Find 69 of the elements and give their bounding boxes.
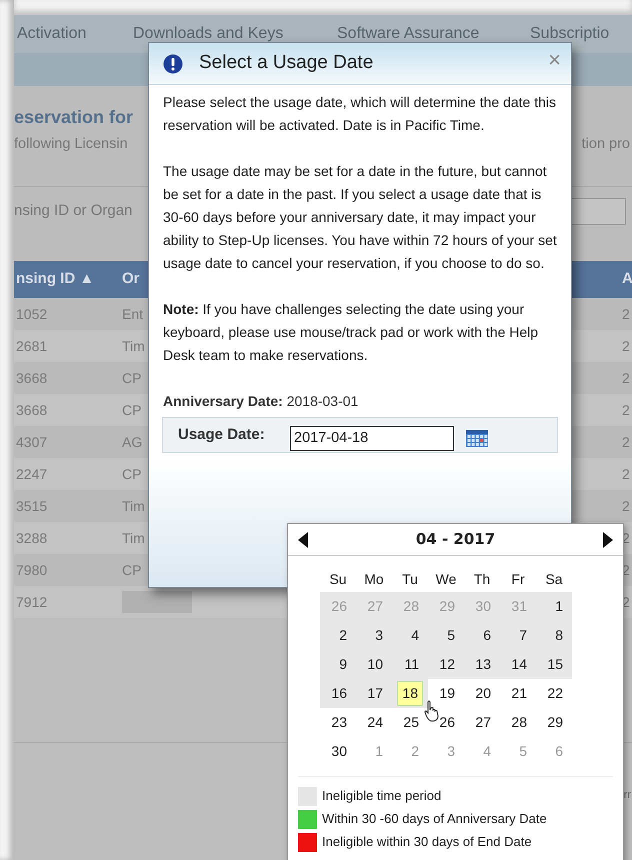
left-triangle-icon bbox=[298, 532, 308, 548]
anniversary-date: Anniversary Date: 2018-03-01 bbox=[163, 392, 360, 411]
weekday-label: Su bbox=[328, 570, 348, 588]
table-cell-text: 2 bbox=[622, 400, 631, 420]
dialog-paragraph: Please select the usage date, which will determine the date this reservation will be activated. Date is in Pacific Time. bbox=[163, 93, 557, 135]
calendar-day[interactable]: 20 bbox=[471, 681, 495, 706]
calendar-day[interactable]: 29 bbox=[543, 710, 567, 735]
table-cell-text: 7980 bbox=[15, 560, 48, 580]
search-label: nsing ID or Organ bbox=[14, 201, 132, 222]
table-cell-text: 2247 bbox=[15, 464, 48, 484]
table-cell-text: 7912 bbox=[15, 592, 48, 612]
table-cell: CP bbox=[122, 562, 142, 578]
table-cell-text: 1052 bbox=[15, 304, 48, 324]
table-cell: AG bbox=[122, 434, 142, 450]
table-cell: CP bbox=[122, 402, 142, 418]
calendar-day[interactable]: 23 bbox=[327, 710, 351, 735]
table-cell-text: 3668 bbox=[15, 400, 48, 420]
table-cell: CP bbox=[122, 370, 142, 386]
previous-month-button[interactable] bbox=[298, 532, 308, 548]
dialog-paragraph: The usage date may be set for a date in the future, but cannot be set for a date in the past. If you select a usage date that is 30-60 days before your anniversary date, it may impact your ability to Step-Up licenses. You have within 72 hours of your set usage date to cancel your reservation, if you choose to do so. bbox=[163, 162, 557, 273]
weekday-label: Mo bbox=[363, 570, 385, 588]
calendar-day[interactable]: 21 bbox=[507, 681, 531, 706]
table-cell-text: 3515 bbox=[15, 496, 48, 516]
table-cell-text: 2 bbox=[622, 368, 631, 388]
intro-text: following Licensin bbox=[14, 135, 128, 154]
month-title: 04 - 2017 bbox=[416, 529, 496, 550]
calendar-day[interactable]: 24 bbox=[363, 710, 387, 735]
calendar-day[interactable]: 26 bbox=[435, 710, 459, 735]
table-cell: CP bbox=[122, 466, 142, 482]
weekday-label: We bbox=[434, 570, 458, 588]
next-month-button[interactable] bbox=[602, 532, 613, 548]
legend-label: Within 30 -60 days of Anniversary Date bbox=[322, 810, 547, 828]
calendar-day[interactable]: 19 bbox=[435, 681, 459, 706]
table-cell: Ent bbox=[122, 306, 144, 322]
dialog-paragraph: Note: If you have challenges selecting the date using your keyboard, please use mouse/track pad or work with the Help Desk team to make reservations. bbox=[163, 300, 540, 365]
calendar-day[interactable]: 22 bbox=[543, 681, 567, 706]
usage-date-input[interactable]: 2017-04-18 bbox=[290, 426, 454, 450]
footer-text: rr bbox=[624, 788, 632, 803]
table-cell-text: 3668 bbox=[15, 368, 48, 388]
table-cell: Tim bbox=[122, 498, 145, 514]
weekday-label: Fr bbox=[510, 570, 526, 588]
table-cell-text: 3288 bbox=[15, 528, 48, 548]
table-cell-text: 2 bbox=[622, 464, 631, 484]
calendar-icon[interactable] bbox=[466, 430, 488, 446]
weekday-label: Tu bbox=[401, 570, 419, 588]
page-heading: eservation for bbox=[14, 106, 134, 129]
calendar-day[interactable]: 25 bbox=[399, 710, 423, 735]
dialog-title: Select a Usage Date bbox=[199, 51, 374, 76]
calendar-day[interactable]: 27 bbox=[471, 710, 495, 735]
table-cell-text: 2681 bbox=[15, 336, 48, 356]
table-cell-text: 2 bbox=[622, 304, 631, 324]
weekday-label: Th bbox=[472, 570, 492, 588]
calendar-day[interactable]: 30 bbox=[327, 739, 351, 764]
intro-text: tion pro bbox=[582, 135, 630, 154]
table-cell-text: 4307 bbox=[15, 432, 48, 452]
calendar-day[interactable]: 28 bbox=[507, 710, 531, 735]
table-cell-text: 2 bbox=[622, 336, 631, 356]
right-triangle-icon bbox=[602, 532, 613, 548]
table-cell: Tim bbox=[122, 338, 145, 354]
calendar-day[interactable]: 18 bbox=[397, 681, 423, 706]
legend-label: Ineligible time period bbox=[322, 787, 442, 806]
legend-label: Ineligible within 30 days of End Date bbox=[322, 833, 532, 852]
weekday-label: Sa bbox=[544, 570, 564, 588]
table-cell-text: 2 bbox=[622, 496, 631, 516]
info-icon bbox=[163, 54, 183, 74]
usage-date-label: Usage Date: bbox=[178, 424, 266, 445]
column-header[interactable]: nsing ID ▲ bbox=[14, 268, 122, 291]
table-cell: Tim bbox=[122, 530, 145, 546]
table-cell-text: 2 bbox=[622, 432, 631, 452]
